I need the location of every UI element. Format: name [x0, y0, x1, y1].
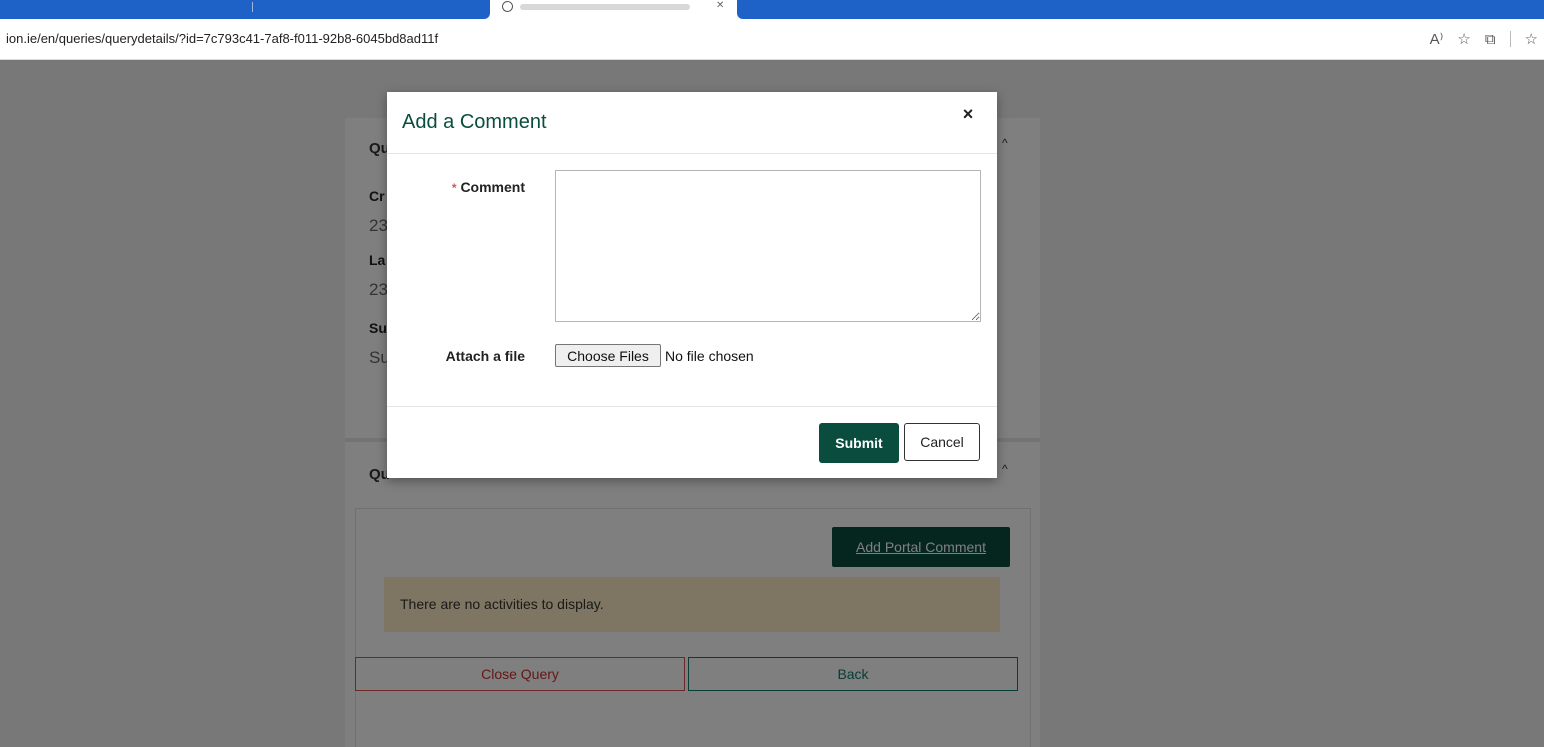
attach-file-label: Attach a file — [445, 348, 525, 364]
favorite-star-icon[interactable]: ☆ — [1457, 30, 1470, 48]
comment-textarea[interactable] — [555, 170, 981, 322]
modal-title: Add a Comment — [402, 111, 547, 133]
comment-label: * Comment — [430, 179, 525, 195]
comment-label-text: Comment — [460, 179, 525, 195]
favorites-icon[interactable]: ☆ — [1525, 30, 1538, 48]
browser-tab-inactive-right[interactable] — [737, 0, 1544, 19]
browser-tabstrip: ✕ — [0, 0, 1544, 19]
tab-title — [520, 4, 690, 10]
close-icon[interactable]: × — [957, 103, 979, 125]
browser-tab-active[interactable]: ✕ — [490, 0, 737, 19]
browser-tab-inactive[interactable] — [0, 0, 490, 19]
modal-header: Add a Comment × — [387, 92, 997, 154]
choose-files-button[interactable]: Choose Files — [555, 344, 661, 367]
extensions-icon[interactable]: ⧉ — [1485, 31, 1496, 48]
add-comment-modal: Add a Comment × * Comment Attach a file … — [387, 92, 997, 478]
tab-separator — [252, 2, 253, 12]
submit-button[interactable]: Submit — [819, 423, 899, 463]
tab-close-icon[interactable]: ✕ — [716, 0, 724, 11]
read-aloud-icon[interactable]: A⁾ — [1430, 30, 1444, 48]
globe-icon — [502, 1, 513, 12]
cancel-button[interactable]: Cancel — [904, 423, 980, 461]
modal-footer-divider — [387, 406, 997, 407]
no-file-chosen-text: No file chosen — [665, 348, 754, 364]
toolbar-divider — [1509, 31, 1511, 47]
required-marker: * — [451, 181, 457, 195]
browser-toolbar-icons: A⁾ ☆ ⧉ ☆ — [1430, 28, 1538, 50]
address-bar: ion.ie/en/queries/querydetails/?id=7c793… — [0, 19, 1544, 60]
url-field[interactable]: ion.ie/en/queries/querydetails/?id=7c793… — [6, 31, 438, 46]
